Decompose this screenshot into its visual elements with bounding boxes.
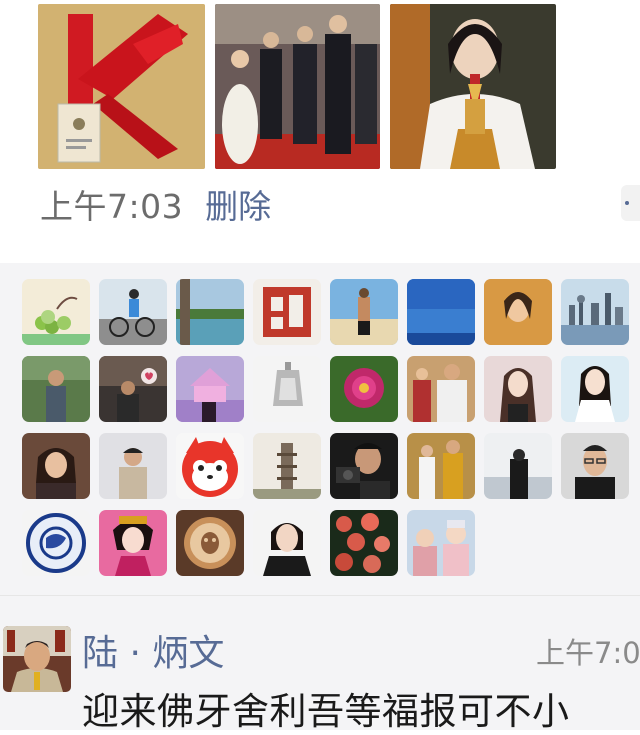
like-avatar-silver-pendant[interactable] [253, 356, 321, 422]
silver-pendant-image [253, 356, 321, 422]
like-avatar-couple-portrait[interactable] [407, 356, 475, 422]
man-with-glasses-image [561, 433, 629, 499]
woman-with-rings-image [22, 433, 90, 499]
post-time: 上午7:03 [40, 187, 184, 226]
beach-man-image [330, 279, 398, 345]
red-lanyard-image [38, 4, 205, 169]
city-skyline-image [561, 279, 629, 345]
photo-wedding-procession[interactable] [215, 4, 380, 169]
comment-author-avatar[interactable] [3, 626, 71, 692]
woman-with-relic-image [390, 4, 556, 169]
like-avatar-city-skyline[interactable] [561, 279, 629, 345]
wedding-couple-image [407, 433, 475, 499]
pagoda-painting-image [253, 433, 321, 499]
comment-item: 陆 · 炳文 上午7:0 迎来佛牙舍利吾等福报可不小 [0, 596, 640, 733]
photo-red-lanyard[interactable] [38, 4, 205, 169]
like-avatar-lit-temple[interactable] [176, 356, 244, 422]
couple-portrait-image [407, 356, 475, 422]
cartoon-red-fox-image [176, 433, 244, 499]
grapes-painting-image [22, 279, 90, 345]
like-avatar-two-children[interactable] [407, 510, 475, 576]
photo-woman-with-relic[interactable] [390, 4, 556, 169]
like-avatar-man-in-park[interactable] [22, 356, 90, 422]
lotus-pond-image [330, 510, 398, 576]
like-avatar-beach-man[interactable] [330, 279, 398, 345]
man-by-sea-image [484, 433, 552, 499]
like-avatar-cyclist[interactable] [99, 279, 167, 345]
like-avatar-woman-dark-jacket[interactable] [253, 510, 321, 576]
lakeside-trees-image [176, 279, 244, 345]
comment-author-name[interactable]: 陆 · 炳文 [82, 624, 224, 676]
author-avatar-image [3, 626, 71, 692]
post-photo-grid [0, 0, 640, 175]
like-avatar-blue-sky[interactable] [407, 279, 475, 345]
red-seal-image [253, 279, 321, 345]
post-meta: 上午7:03 删除 [40, 180, 271, 228]
two-children-image [407, 510, 475, 576]
woman-long-hair-image [484, 356, 552, 422]
like-avatar-latte-art[interactable] [176, 510, 244, 576]
woman-white-dress-image [561, 356, 629, 422]
like-avatar-blue-white-plate[interactable] [22, 510, 90, 576]
latte-art-image [176, 510, 244, 576]
lit-temple-image [176, 356, 244, 422]
likes-panel [0, 263, 640, 595]
like-avatar-lakeside-trees[interactable] [176, 279, 244, 345]
peony-flower-image [330, 356, 398, 422]
like-avatar-portrait-warm[interactable] [484, 279, 552, 345]
costume-woman-image [99, 510, 167, 576]
like-avatar-red-seal[interactable] [253, 279, 321, 345]
cyclist-image [99, 279, 167, 345]
blue-white-plate-image [22, 510, 90, 576]
like-avatar-woman-white-dress[interactable] [561, 356, 629, 422]
blue-sky-image [407, 279, 475, 345]
like-avatar-man-with-heart-sign[interactable] [99, 356, 167, 422]
like-avatar-man-in-shirt[interactable] [99, 433, 167, 499]
like-avatar-lotus-pond[interactable] [330, 510, 398, 576]
comment-time: 上午7:0 [536, 636, 640, 670]
like-avatar-grapes-painting[interactable] [22, 279, 90, 345]
like-avatar-woman-long-hair[interactable] [484, 356, 552, 422]
portrait-warm-image [484, 279, 552, 345]
like-avatar-pagoda-painting[interactable] [253, 433, 321, 499]
like-avatar-costume-woman[interactable] [99, 510, 167, 576]
wedding-procession-image [215, 4, 380, 169]
like-avatar-man-with-glasses[interactable] [561, 433, 629, 499]
comment-menu-button[interactable] [621, 185, 640, 221]
man-with-heart-sign-image [99, 356, 167, 422]
like-avatar-peony-flower[interactable] [330, 356, 398, 422]
like-avatar-cartoon-red-fox[interactable] [176, 433, 244, 499]
like-avatar-wedding-couple[interactable] [407, 433, 475, 499]
man-in-shirt-image [99, 433, 167, 499]
like-avatar-man-with-camera[interactable] [330, 433, 398, 499]
man-in-park-image [22, 356, 90, 422]
delete-button[interactable]: 删除 [205, 180, 271, 228]
man-with-camera-image [330, 433, 398, 499]
woman-dark-jacket-image [253, 510, 321, 576]
comment-text: 迎来佛牙舍利吾等福报可不小 [82, 690, 570, 733]
like-avatar-man-by-sea[interactable] [484, 433, 552, 499]
like-avatar-woman-with-rings[interactable] [22, 433, 90, 499]
